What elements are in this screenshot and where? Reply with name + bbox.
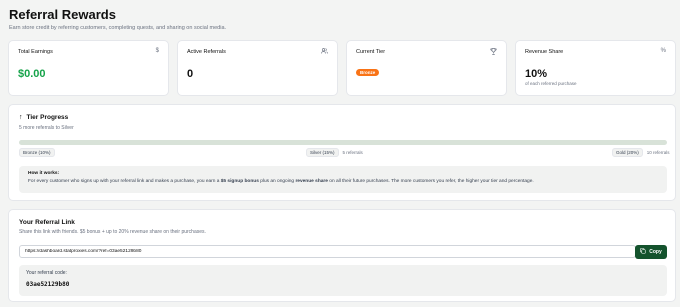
page-subtitle: Earn store credit by referring customers… xyxy=(9,25,227,31)
tier-progress-bar xyxy=(19,140,667,145)
referral-link-card: Your Referral Link Share this link with … xyxy=(8,209,676,302)
stat-card-current-tier: Current Tier Bronze xyxy=(346,40,507,96)
tier-progress-subtitle: 5 more referrals to Silver xyxy=(19,125,74,131)
how-it-works-text: For every customer who signs up with you… xyxy=(28,179,534,184)
copy-button[interactable]: Copy xyxy=(635,245,667,259)
stat-card-active-referrals: Active Referrals 0 xyxy=(177,40,338,96)
dollar-icon: $ xyxy=(155,48,159,54)
page-header: Referral Rewards Earn store credit by re… xyxy=(9,7,226,31)
stat-label: Total Earnings xyxy=(18,49,53,55)
percent-icon: % xyxy=(660,48,666,54)
stat-value: 10% xyxy=(525,68,548,80)
stat-value: $0.00 xyxy=(18,68,46,80)
stat-card-revenue-share: Revenue Share % 10% of each referred pur… xyxy=(515,40,676,96)
stat-card-total-earnings: Total Earnings $ $0.00 xyxy=(8,40,169,96)
tier-progress-title: ↑ Tier Progress xyxy=(19,114,69,121)
how-it-works-title: How it works: xyxy=(28,171,60,176)
trophy-icon xyxy=(490,48,497,57)
tier-badge: Bronze xyxy=(356,69,380,76)
referral-code-box: Your referral code: 03ae52129b80 xyxy=(19,265,667,296)
tier-progress-card: ↑ Tier Progress 5 more referrals to Silve… xyxy=(8,104,676,201)
users-icon xyxy=(321,48,328,56)
stat-value: 0 xyxy=(187,68,194,80)
copy-button-label: Copy xyxy=(649,249,662,255)
referral-code-label: Your referral code: xyxy=(26,270,67,276)
referral-code-value: 03ae52129b80 xyxy=(26,281,70,288)
tier-mark-gold: Gold (20%) 10 referrals xyxy=(612,148,670,157)
referral-link-title: Your Referral Link xyxy=(19,219,75,226)
stat-label: Revenue Share xyxy=(525,49,564,55)
how-it-works-box: How it works: For every customer who sig… xyxy=(19,166,667,193)
stat-sub: of each referred purchase xyxy=(525,81,577,86)
stat-label: Current Tier xyxy=(356,49,386,55)
tier-mark-silver: Silver (15%) 5 referrals xyxy=(306,148,363,157)
copy-icon xyxy=(640,248,646,256)
tier-mark-bronze: Bronze (10%) xyxy=(19,148,55,157)
page-title: Referral Rewards xyxy=(9,7,116,22)
referral-link-input[interactable] xyxy=(19,245,636,258)
referral-link-subtitle: Share this link with friends. $5 bonus +… xyxy=(19,229,206,235)
stat-label: Active Referrals xyxy=(187,49,226,55)
arrow-up-icon: ↑ xyxy=(19,114,23,121)
